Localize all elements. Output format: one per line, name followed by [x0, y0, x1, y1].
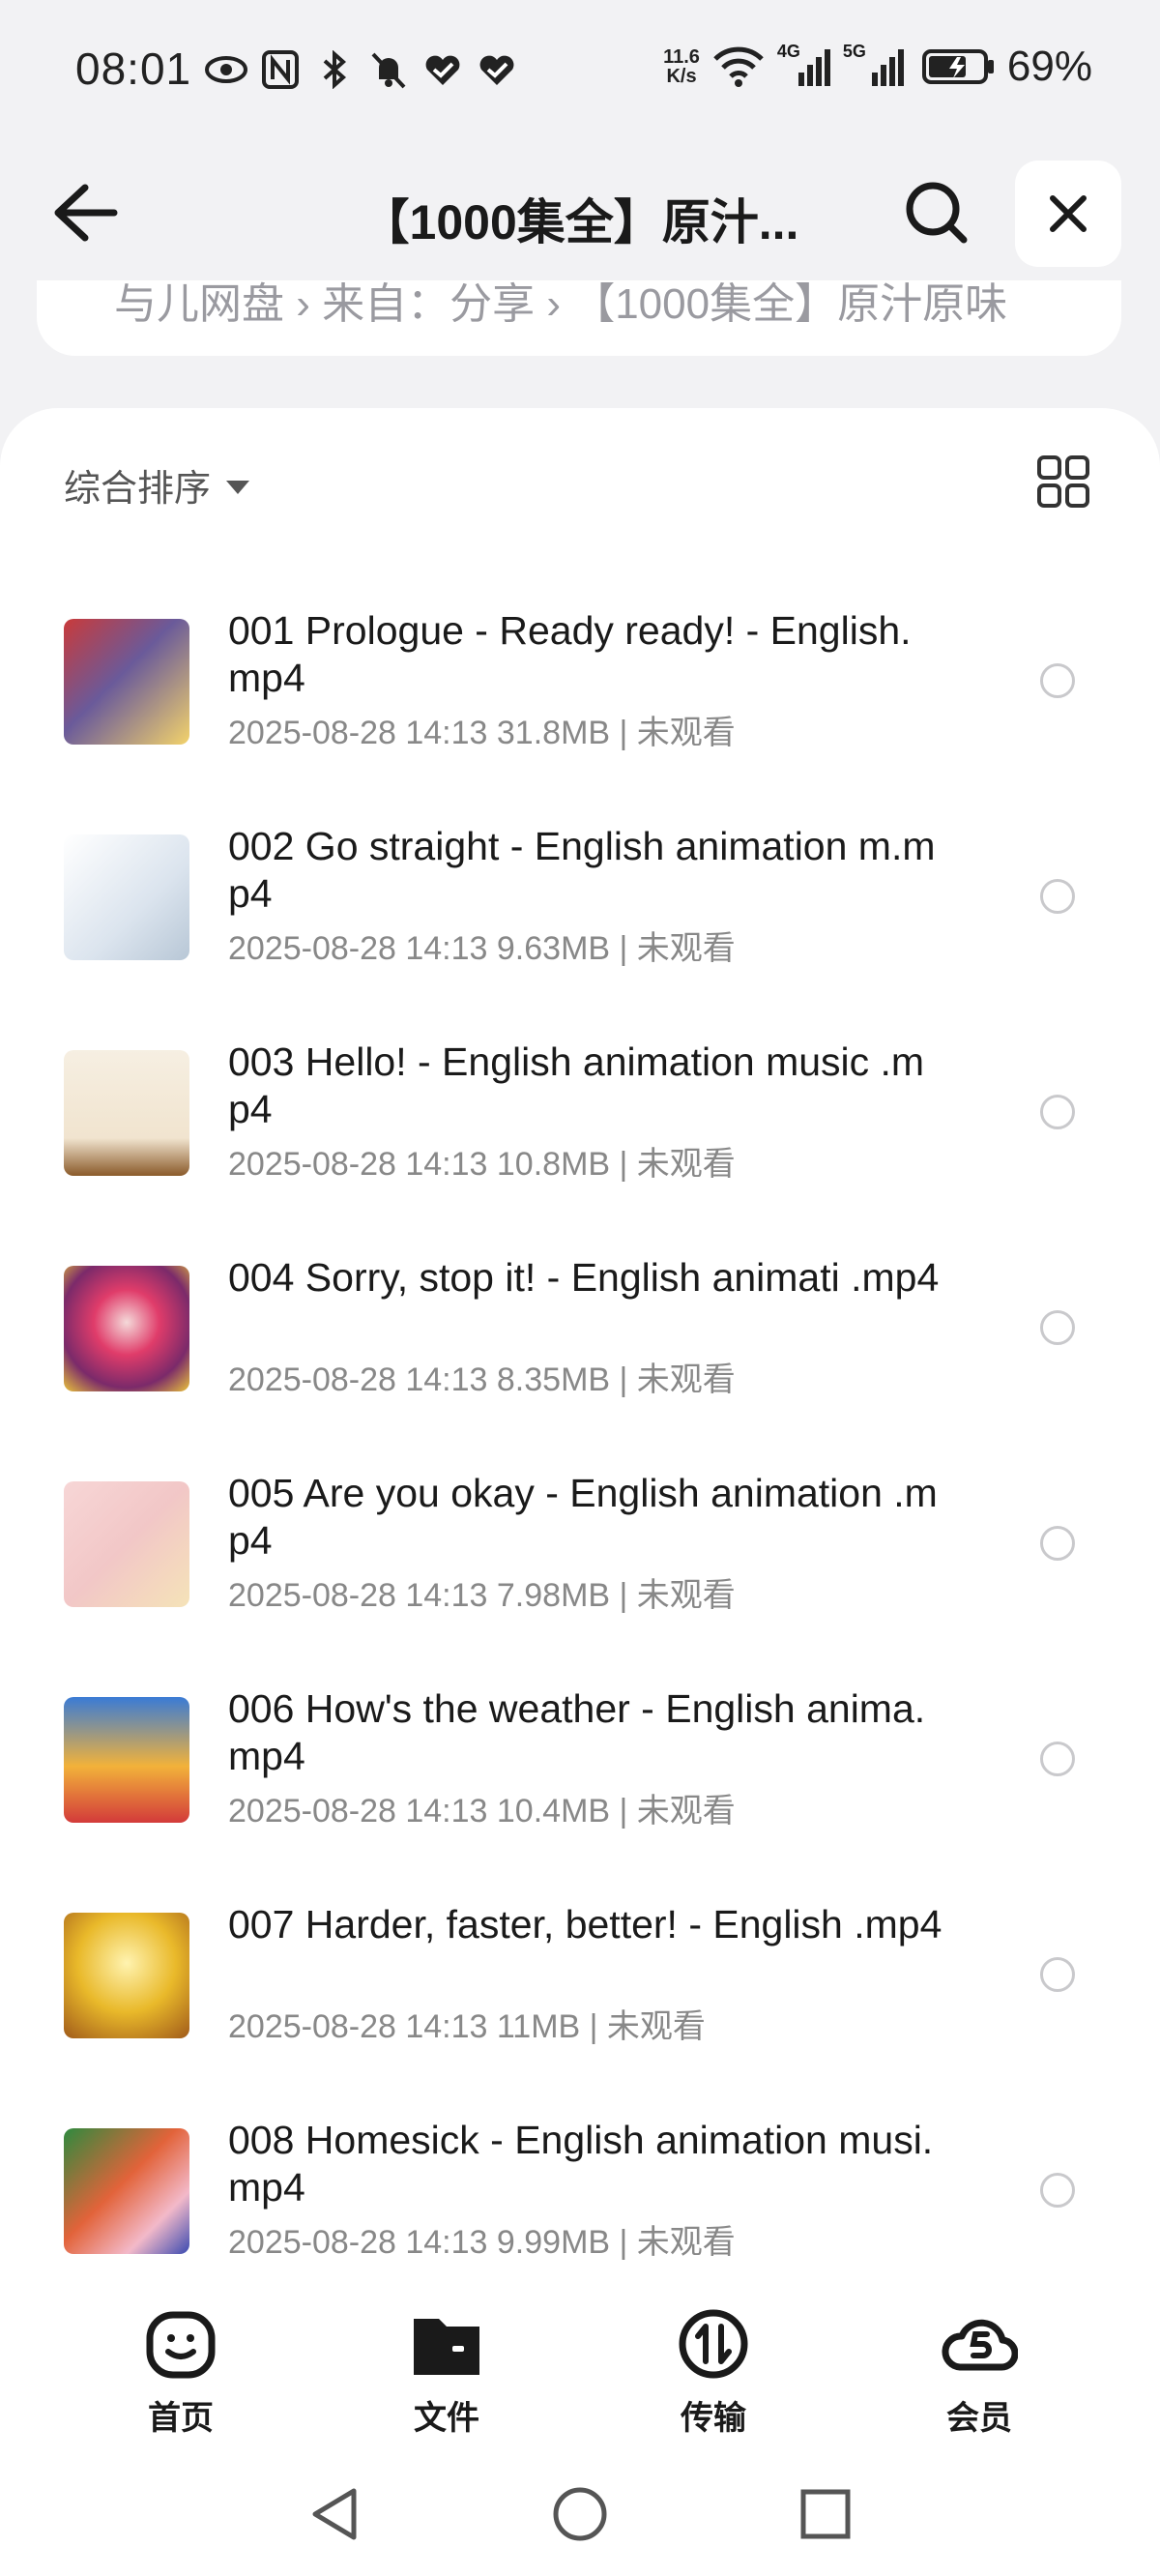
- close-icon: [1050, 195, 1087, 232]
- file-name: 006 How's the weather - English anima.mp…: [228, 1686, 926, 1778]
- page-title: 【1000集全】原汁...: [0, 184, 1160, 265]
- file-meta: 2025-08-28 14:13 9.99MB | 未观看: [228, 2224, 736, 2261]
- top-header: 【1000集全】原汁...: [0, 145, 1160, 280]
- status-icons-right: 11.6 K/s 4G 5G 69%: [663, 42, 1092, 91]
- system-nav-bar: [0, 2446, 1160, 2576]
- file-row[interactable]: 002 Go straight - English animation m.mp…: [0, 798, 1160, 1013]
- vip-cloud-icon: [942, 2319, 1019, 2371]
- battery-icon: [921, 49, 994, 84]
- video-thumbnail: [64, 1050, 189, 1176]
- file-row[interactable]: 007 Harder, faster, better! - English .m…: [0, 1876, 1160, 2092]
- wifi-icon: [713, 46, 764, 87]
- nav-home[interactable]: 首页: [103, 2305, 258, 2439]
- nav-transfer-label: 传输: [681, 2400, 746, 2437]
- grid-view-icon: [1037, 455, 1089, 508]
- select-radio[interactable]: [1040, 1526, 1075, 1561]
- file-name: 008 Homesick - English animation musi.mp…: [228, 2118, 934, 2210]
- file-meta: 2025-08-28 14:13 9.63MB | 未观看: [228, 930, 736, 967]
- video-thumbnail: [64, 1913, 189, 2038]
- nav-vip-label: 会员: [946, 2400, 1012, 2437]
- file-row[interactable]: 005 Are you okay - English animation .mp…: [0, 1445, 1160, 1660]
- back-triangle-icon[interactable]: [307, 2485, 362, 2543]
- file-meta: 2025-08-28 14:13 8.35MB | 未观看: [228, 1361, 736, 1398]
- file-name: 004 Sorry, stop it! - English animati .m…: [228, 1255, 940, 1300]
- video-thumbnail: [64, 1697, 189, 1823]
- home-circle-icon[interactable]: [551, 2485, 609, 2543]
- page-title-text: 【1000集全】原汁...: [361, 195, 799, 249]
- video-thumbnail: [64, 619, 189, 745]
- eye-icon: [205, 48, 247, 91]
- select-radio[interactable]: [1040, 1095, 1075, 1129]
- search-icon: [906, 182, 968, 244]
- file-meta: 2025-08-28 14:13 10.8MB | 未观看: [228, 1146, 736, 1183]
- file-list: 001 Prologue - Ready ready! - English.mp…: [0, 582, 1160, 2307]
- smiley-home-icon: [146, 2311, 216, 2379]
- breadcrumb-text[interactable]: 与儿网盘 › 来自：分享 › 【1000集全】原汁原味: [114, 280, 1007, 331]
- nav-transfer[interactable]: 传输: [636, 2305, 791, 2439]
- signal-icon: [871, 49, 904, 86]
- select-radio[interactable]: [1040, 663, 1075, 698]
- file-meta: 2025-08-28 14:13 11MB | 未观看: [228, 2008, 706, 2045]
- bottom-nav: 首页 文件 传输 会员: [0, 2263, 1160, 2446]
- mute-icon: [367, 48, 410, 91]
- file-row[interactable]: 004 Sorry, stop it! - English animati .m…: [0, 1229, 1160, 1445]
- file-meta: 2025-08-28 14:13 10.4MB | 未观看: [228, 1793, 736, 1830]
- file-row[interactable]: 003 Hello! - English animation music .mp…: [0, 1013, 1160, 1229]
- select-radio[interactable]: [1040, 2173, 1075, 2208]
- battery-percent: 69%: [1006, 43, 1092, 90]
- select-radio[interactable]: [1040, 879, 1075, 914]
- status-bar: 08:01 11.6 K/s 4G 5G 69%: [0, 0, 1160, 145]
- heart-check-icon: [421, 48, 464, 91]
- status-time: 08:01: [75, 44, 192, 94]
- grid-view-button[interactable]: [1036, 454, 1090, 509]
- file-name: 005 Are you okay - English animation .mp…: [228, 1471, 938, 1563]
- sort-label: 综合排序: [64, 469, 212, 510]
- recents-square-icon[interactable]: [798, 2485, 853, 2543]
- nav-files[interactable]: 文件: [369, 2305, 524, 2439]
- folder-icon: [414, 2319, 479, 2375]
- breadcrumb: 与儿网盘 › 来自：分享 › 【1000集全】原汁原味: [37, 280, 1121, 356]
- select-radio[interactable]: [1040, 1310, 1075, 1345]
- file-row[interactable]: 001 Prologue - Ready ready! - English.mp…: [0, 582, 1160, 798]
- network-speed-value: 11.6: [663, 46, 700, 68]
- signal-icon: [798, 49, 830, 86]
- video-thumbnail: [64, 834, 189, 960]
- file-name: 001 Prologue - Ready ready! - English.mp…: [228, 608, 912, 700]
- close-button[interactable]: [1015, 161, 1121, 267]
- transfer-icon: [679, 2309, 748, 2379]
- select-radio[interactable]: [1040, 1742, 1075, 1776]
- heart-check-icon: [476, 48, 518, 91]
- nav-vip[interactable]: 会员: [902, 2305, 1057, 2439]
- video-thumbnail: [64, 2128, 189, 2254]
- select-radio[interactable]: [1040, 1957, 1075, 1992]
- file-name: 002 Go straight - English animation m.mp…: [228, 824, 936, 916]
- caret-down-icon: [226, 480, 250, 494]
- search-button[interactable]: [904, 180, 970, 246]
- nfc-icon: [259, 48, 302, 91]
- file-list-panel: 综合排序 001 Prologue - Ready ready! - Engli…: [0, 408, 1160, 2576]
- bluetooth-icon: [313, 48, 356, 91]
- signal-4g: 4G: [777, 42, 831, 88]
- nav-home-label: 首页: [148, 2400, 214, 2437]
- video-thumbnail: [64, 1266, 189, 1391]
- video-thumbnail: [64, 1481, 189, 1607]
- file-meta: 2025-08-28 14:13 31.8MB | 未观看: [228, 715, 736, 751]
- network-speed-unit: K/s: [666, 66, 697, 87]
- signal-5g: 5G: [843, 42, 911, 88]
- sort-dropdown[interactable]: 综合排序: [64, 458, 250, 512]
- status-icons-left: [205, 48, 518, 91]
- file-row[interactable]: 006 How's the weather - English anima.mp…: [0, 1660, 1160, 1876]
- file-name: 003 Hello! - English animation music .mp…: [228, 1039, 925, 1131]
- file-name: 007 Harder, faster, better! - English .m…: [228, 1902, 942, 1947]
- nav-files-label: 文件: [414, 2400, 479, 2437]
- network-speed: 11.6 K/s: [663, 47, 700, 86]
- file-meta: 2025-08-28 14:13 7.98MB | 未观看: [228, 1577, 736, 1614]
